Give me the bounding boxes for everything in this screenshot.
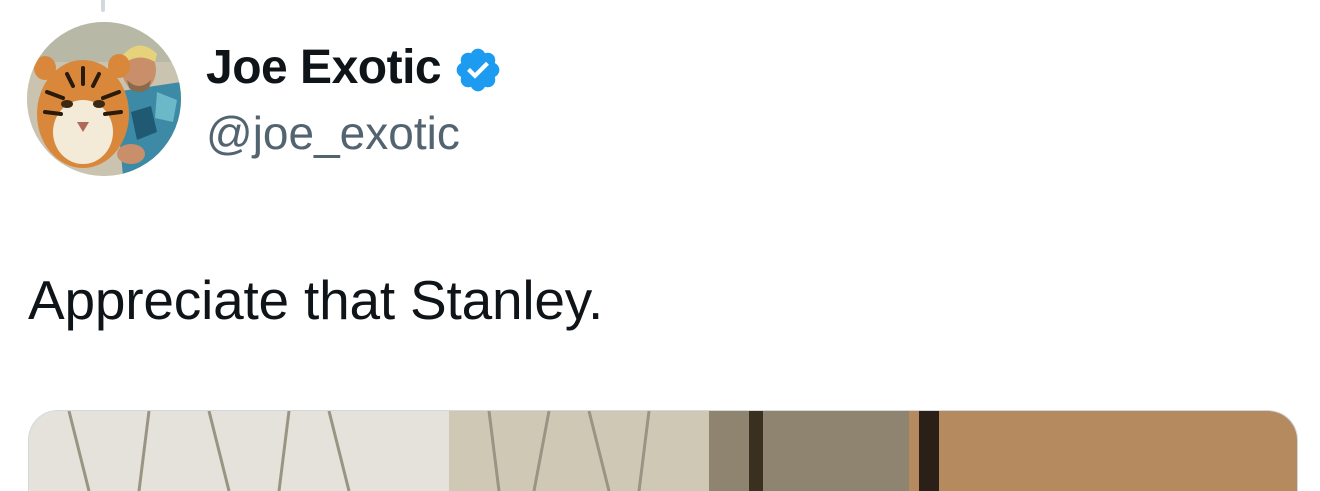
- tweet-text: Appreciate that Stanley.: [28, 269, 604, 331]
- author-name-row: Joe Exotic: [206, 38, 503, 98]
- author-display-name[interactable]: Joe Exotic: [206, 38, 442, 98]
- attached-photo-image: [29, 411, 1297, 491]
- tweet-author: Joe Exotic @joe_exotic: [206, 38, 503, 162]
- tweet-media[interactable]: [28, 410, 1298, 491]
- thread-connector-line: [101, 0, 105, 12]
- author-handle[interactable]: @joe_exotic: [206, 104, 503, 162]
- verified-badge-icon[interactable]: [453, 45, 503, 95]
- avatar-image: [27, 22, 181, 176]
- avatar[interactable]: [27, 22, 181, 176]
